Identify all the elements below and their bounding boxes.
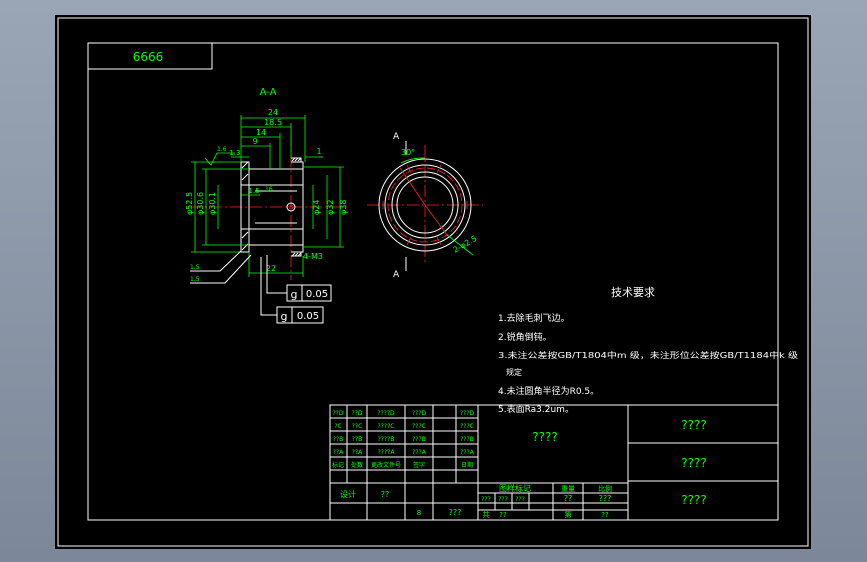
- revision-cell: 处数: [351, 461, 363, 469]
- svg-text:????: ????: [681, 456, 706, 470]
- svg-text:g: g: [281, 310, 288, 323]
- revision-cell: ??A: [333, 449, 344, 456]
- cad-drawing: 6666 A-A 24 18.5 14 9 1.3 1 1.5 22 φ52.5…: [57, 17, 809, 547]
- svg-text:0.05: 0.05: [306, 289, 328, 300]
- svg-text:???: ???: [481, 496, 491, 503]
- svg-text:0.05: 0.05: [297, 311, 319, 322]
- technical-requirements: 技术要求 1.去除毛刺飞边。 2.锐角倒钝。 3.未注公差按GB/T1804中m…: [498, 286, 798, 415]
- revision-cell: 标记: [332, 461, 344, 469]
- svg-text:比例: 比例: [598, 484, 612, 493]
- revision-cell: ??A: [352, 449, 363, 456]
- svg-text:φ30.1: φ30.1: [208, 192, 217, 215]
- svg-text:φ30.6: φ30.6: [196, 192, 205, 215]
- end-view: A A 30° 2-φ2.5: [367, 132, 483, 280]
- svg-text:16: 16: [265, 186, 273, 193]
- svg-text:24: 24: [268, 108, 278, 117]
- svg-text:1.去除毛刺飞边。: 1.去除毛刺飞边。: [498, 312, 570, 324]
- svg-text:30°: 30°: [401, 148, 415, 157]
- svg-text:4.未注圆角半径为R0.5。: 4.未注圆角半径为R0.5。: [498, 385, 599, 397]
- svg-text:??: ??: [601, 511, 609, 519]
- svg-text:φ38: φ38: [339, 200, 348, 215]
- revision-cell: ??C: [352, 423, 363, 430]
- svg-text:8: 8: [417, 509, 421, 517]
- tolerance-frame-1: g 0.05: [266, 255, 332, 302]
- revision-cell: 更改文件号: [371, 461, 401, 469]
- svg-text:????: ????: [681, 493, 706, 507]
- svg-text:A: A: [393, 132, 400, 142]
- svg-text:φ32: φ32: [326, 200, 335, 215]
- svg-text:???: ???: [449, 508, 462, 517]
- svg-text:重量: 重量: [561, 485, 575, 493]
- svg-text:A: A: [393, 270, 400, 280]
- revision-cell: ????A: [378, 449, 396, 456]
- svg-text:???: ???: [498, 496, 508, 503]
- revision-cell: ???C: [412, 423, 426, 430]
- revision-cell: ??D: [352, 410, 363, 417]
- svg-text:图样标记: 图样标记: [499, 483, 531, 493]
- svg-text:????: ????: [532, 430, 557, 444]
- svg-text:共: 共: [483, 510, 490, 519]
- drawing-number: 6666: [133, 50, 164, 64]
- section-label: A-A: [260, 87, 277, 98]
- svg-text:1: 1: [316, 147, 321, 156]
- svg-text:4-M3: 4-M3: [303, 252, 323, 261]
- revision-cell: ??B: [352, 436, 363, 443]
- svg-text:g: g: [291, 288, 298, 301]
- svg-text:???: ???: [515, 496, 525, 503]
- svg-text:18.5: 18.5: [264, 118, 282, 127]
- revision-cell: ????C: [378, 423, 395, 430]
- revision-cell: ??B: [333, 436, 344, 443]
- svg-text:2.锐角倒钝。: 2.锐角倒钝。: [498, 331, 552, 343]
- svg-text:???: ???: [599, 494, 612, 503]
- revision-cell: ??D: [333, 410, 344, 417]
- revision-cell: ?C: [334, 423, 341, 430]
- svg-text:1.5: 1.5: [190, 276, 200, 283]
- svg-text:??: ??: [499, 511, 507, 519]
- svg-text:1.6: 1.6: [217, 146, 227, 153]
- revision-cell: ???B: [460, 436, 474, 443]
- revision-cell: 签字: [413, 461, 425, 469]
- svg-text:2-φ2.5: 2-φ2.5: [452, 234, 479, 255]
- revision-cell: ????D: [377, 410, 395, 417]
- drawing-sheet: 6666 A-A 24 18.5 14 9 1.3 1 1.5 22 φ52.5…: [55, 15, 811, 549]
- revision-cell: ???C: [460, 423, 474, 430]
- revision-cell: ???B: [412, 436, 426, 443]
- svg-text:??: ??: [564, 494, 573, 503]
- svg-text:第: 第: [565, 510, 572, 519]
- svg-text:规定: 规定: [506, 367, 522, 377]
- svg-text:????: ????: [681, 418, 706, 432]
- svg-text:1.5: 1.5: [190, 264, 200, 271]
- tech-req-title: 技术要求: [611, 286, 655, 299]
- svg-text:φ52.5: φ52.5: [185, 192, 194, 215]
- svg-text:3.未注公差按GB/T1804中m 级，未注形位公差按GB/: 3.未注公差按GB/T1804中m 级，未注形位公差按GB/T1184中k 级: [498, 350, 798, 360]
- svg-text:φ24: φ24: [312, 200, 321, 215]
- revision-cell: ????B: [378, 436, 395, 443]
- revision-cell: ???D: [460, 410, 475, 417]
- revision-cell: ???D: [412, 410, 427, 417]
- revision-cell: ???A: [412, 449, 427, 456]
- revision-cell: 日期: [461, 461, 473, 469]
- revision-cell: ???A: [460, 449, 475, 456]
- svg-text:1.5: 1.5: [248, 187, 259, 195]
- svg-text:14: 14: [256, 128, 266, 137]
- title-block: ??D ??D ????D ???D ???D ?C ??C ????C ???C ???C ??B…: [329, 404, 779, 521]
- svg-text:设计: 设计: [340, 489, 356, 499]
- svg-text:9: 9: [252, 137, 257, 146]
- svg-text:??: ??: [381, 490, 390, 499]
